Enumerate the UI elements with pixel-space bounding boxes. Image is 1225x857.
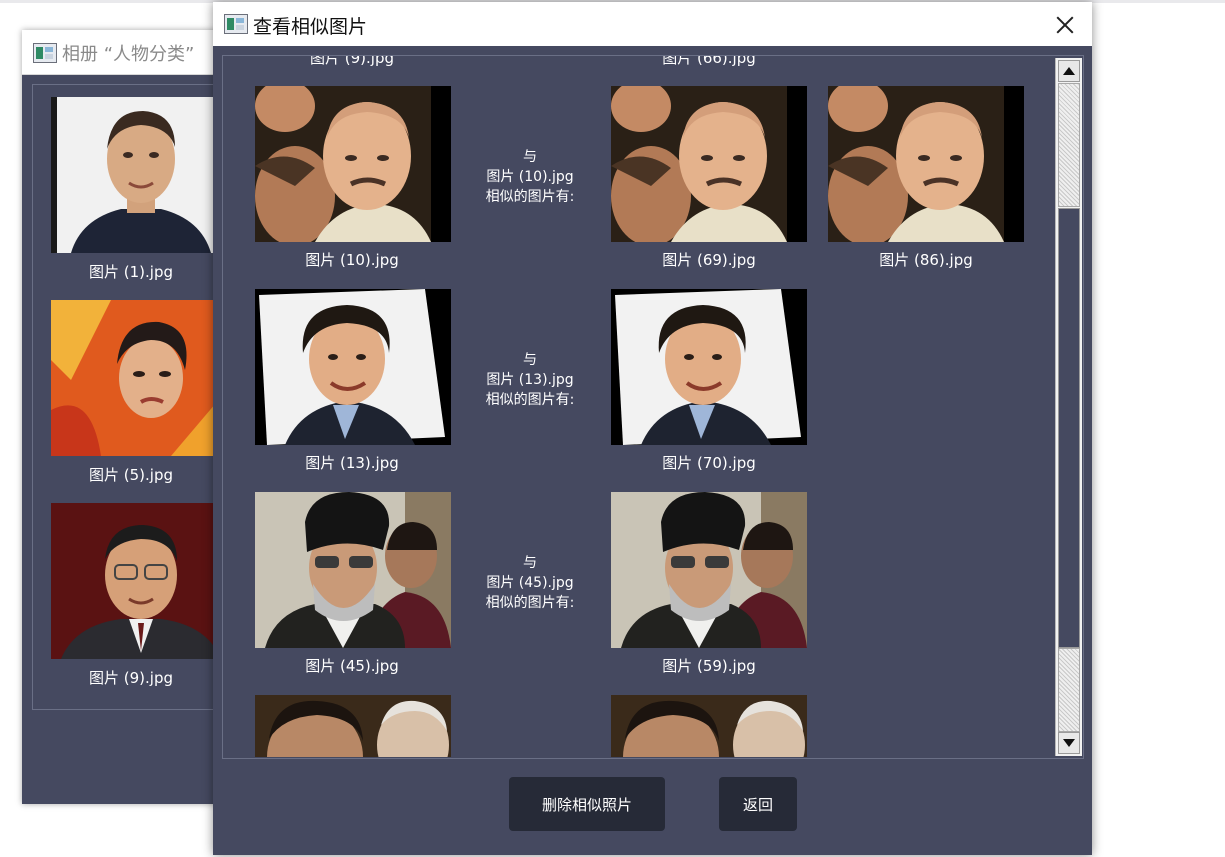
scroll-up-arrow-icon[interactable]: [1058, 60, 1080, 82]
album-thumbnail-panel: 图片 (1).jpg 图片 (5).jpg 图片 (9).jpg: [32, 84, 227, 710]
similar-photo-thumbnail[interactable]: [828, 86, 1024, 242]
similarity-description: 与 图片 (13).jpg 相似的图片有:: [485, 352, 575, 408]
delete-similar-photos-button[interactable]: 删除相似照片: [509, 777, 665, 831]
scrollbar-track-lower[interactable]: [1058, 648, 1080, 732]
scroll-down-arrow-icon[interactable]: [1058, 732, 1080, 754]
dialog-titlebar[interactable]: 查看相似图片: [213, 2, 1092, 46]
thumbnail-caption: 图片 (86).jpg: [879, 251, 973, 269]
similarity-description: 与 图片 (45).jpg 相似的图片有:: [485, 555, 575, 611]
thumbnail-caption: 图片 (5).jpg: [89, 466, 173, 484]
album-titlebar[interactable]: 相册 “人物分类”: [22, 30, 218, 75]
vertical-scrollbar[interactable]: [1055, 58, 1082, 756]
source-photo-thumbnail[interactable]: [255, 695, 451, 757]
thumbnail-caption: 图片 (66).jpg: [662, 55, 756, 67]
similar-images-scroll-area[interactable]: 图片 (9).jpg 图片 (66).jpg 图片 (10).jpg 与 图片 …: [222, 55, 1084, 759]
thumbnail-caption: 图片 (10).jpg: [305, 251, 399, 269]
similarity-description: 与 图片 (10).jpg 相似的图片有:: [485, 149, 575, 205]
dialog-title: 查看相似图片: [253, 16, 368, 38]
similar-images-dialog: 查看相似图片 图片 (9).jpg 图片 (66).jpg 图片 (10).jp…: [213, 2, 1092, 855]
app-photo-icon: [33, 43, 57, 63]
source-photo-thumbnail[interactable]: [255, 289, 451, 445]
similar-photo-thumbnail[interactable]: [611, 492, 807, 648]
photo-thumbnail[interactable]: [51, 97, 227, 253]
scrollbar-track-upper[interactable]: [1058, 83, 1080, 207]
app-photo-icon: [224, 14, 248, 34]
thumbnail-caption: 图片 (9).jpg: [89, 669, 173, 687]
source-photo-thumbnail[interactable]: [255, 86, 451, 242]
thumbnail-caption: 图片 (59).jpg: [662, 657, 756, 675]
photo-thumbnail[interactable]: [51, 503, 227, 659]
similar-photo-thumbnail[interactable]: [611, 289, 807, 445]
thumbnail-caption: 图片 (70).jpg: [662, 454, 756, 472]
close-icon[interactable]: [1048, 8, 1082, 42]
scrollbar-thumb[interactable]: [1058, 208, 1080, 648]
thumbnail-caption: 图片 (13).jpg: [305, 454, 399, 472]
thumbnail-caption: 图片 (1).jpg: [89, 263, 173, 281]
album-window-title: 相册 “人物分类”: [62, 44, 195, 65]
thumbnail-caption: 图片 (45).jpg: [305, 657, 399, 675]
album-window: 相册 “人物分类” 图片 (1).jpg 图片 (5).jpg 图片 (9).j…: [22, 30, 227, 804]
similar-photo-thumbnail[interactable]: [611, 86, 807, 242]
photo-thumbnail[interactable]: [51, 300, 227, 456]
source-photo-thumbnail[interactable]: [255, 492, 451, 648]
similar-photo-thumbnail[interactable]: [611, 695, 807, 757]
thumbnail-caption: 图片 (9).jpg: [310, 55, 394, 67]
thumbnail-caption: 图片 (69).jpg: [662, 251, 756, 269]
back-button[interactable]: 返回: [719, 777, 797, 831]
